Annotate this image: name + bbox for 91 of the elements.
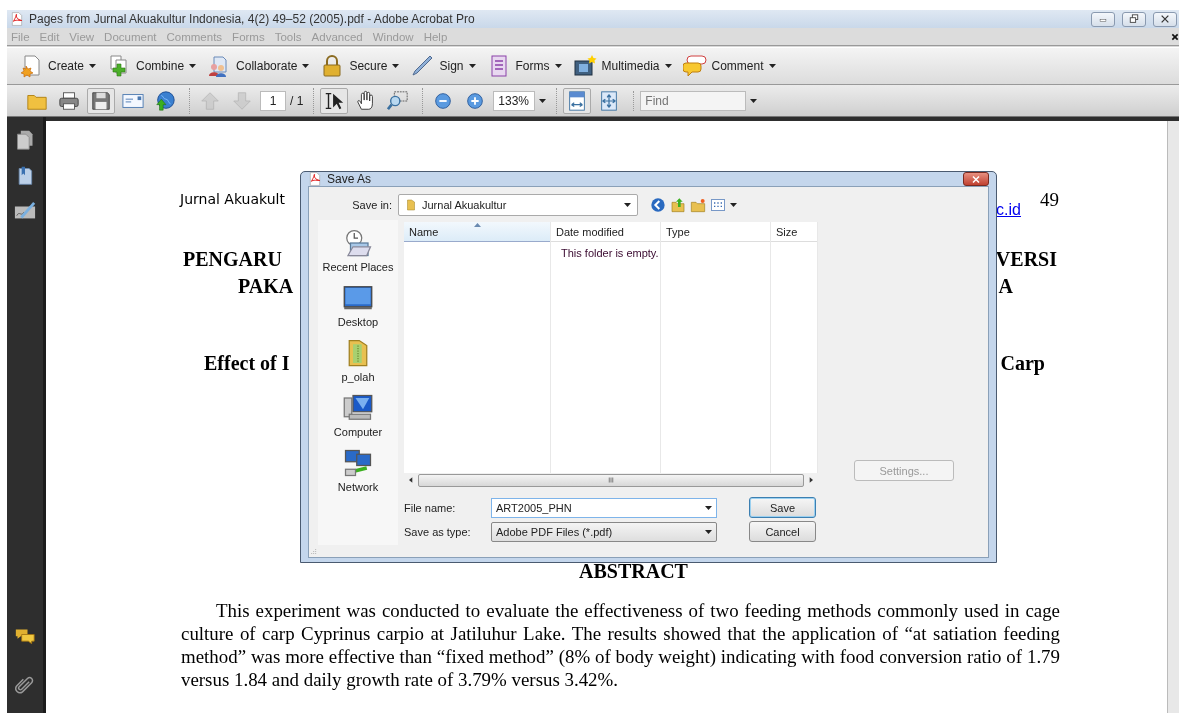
save-in-dropdown[interactable]: Jurnal Akuakultur <box>398 194 638 216</box>
toolbar-button[interactable] <box>320 87 349 114</box>
pdf-icon <box>308 172 322 186</box>
toolbar-menu-button[interactable]: Collaborate <box>207 54 310 78</box>
toolbar-menu-button[interactable]: Secure <box>320 54 400 78</box>
paperclip-icon[interactable] <box>15 675 35 697</box>
place-item[interactable]: Recent Places <box>322 228 394 277</box>
toolbar-menu-button[interactable]: Sign <box>410 54 476 78</box>
sort-arrow-icon <box>474 223 481 227</box>
dialog-button[interactable]: Save <box>749 497 816 518</box>
toolbar-menu-button[interactable]: Forms <box>486 54 562 78</box>
close-icon[interactable] <box>1171 32 1179 41</box>
folder-icon <box>405 198 417 212</box>
close-button[interactable] <box>963 172 989 186</box>
find-field[interactable]: Find <box>640 90 747 111</box>
caret-icon <box>189 64 197 68</box>
title-text: PENGARU <box>183 247 282 272</box>
caret-icon <box>705 529 712 534</box>
new-folder-icon[interactable] <box>690 197 706 213</box>
page-number: 49 <box>1040 189 1059 212</box>
vertical-scrollbar[interactable] <box>1167 121 1179 713</box>
place-item[interactable]: Network <box>337 448 379 497</box>
save-type-label: Save as type: <box>404 525 472 538</box>
abstract-paragraph: This experiment was conducted to evaluate the effectiveness of two feeding methods commonly used in cage culture of carp Cyprinus carpio at Jatiluhur Lake. The results showed that the application of “at satiation feeding method” was more effective than “fixed method” (8% of body weight) indicating with food conversion ratio of 1.79 versus 1.84 and daily growth rate of 3.79% versus 3.42%. <box>181 599 1060 691</box>
dialog-button[interactable]: Cancel <box>749 521 816 542</box>
up-arrow-icon <box>199 89 221 112</box>
restore-button[interactable] <box>1122 11 1146 27</box>
caret-icon <box>705 505 712 510</box>
toolbar-menu-button[interactable]: Combine <box>107 54 197 78</box>
back-icon[interactable] <box>650 197 666 213</box>
scrollbar-thumb[interactable] <box>418 473 804 487</box>
printer-icon <box>58 89 80 112</box>
column-header[interactable]: Name <box>404 222 550 242</box>
place-item[interactable]: Desktop <box>337 283 379 332</box>
window-title: Pages from Jurnal Akuakultur Indonesia, 4(2) 49–52 (2005).pdf - Adobe Acrobat Pro <box>29 12 476 26</box>
pen-icon <box>410 54 435 78</box>
caret-icon <box>768 64 776 68</box>
resize-grip-icon <box>309 547 317 555</box>
close-icon <box>1159 14 1171 24</box>
file-name-label: File name: <box>404 501 457 514</box>
restore-icon <box>1128 14 1140 24</box>
caret-icon <box>468 64 476 68</box>
network-icon <box>343 448 373 478</box>
pages-icon[interactable] <box>15 129 35 151</box>
document-star-icon <box>19 54 43 78</box>
toolbar-menu-button[interactable]: Comment <box>682 54 776 78</box>
magnifier-icon <box>387 89 410 112</box>
dialog-title: Save As <box>327 172 373 186</box>
scroll-right-icon[interactable] <box>807 476 815 484</box>
speech-bubble-icon <box>682 54 707 78</box>
close-icon <box>971 174 981 184</box>
caret-icon <box>624 203 631 207</box>
caret-icon <box>392 64 400 68</box>
place-item[interactable]: p_olah <box>341 338 375 387</box>
caret-icon <box>664 64 672 68</box>
caret-icon <box>302 64 310 68</box>
caret-icon <box>730 203 737 207</box>
title-text: PAKA <box>238 274 294 299</box>
page-number-field[interactable]: 1 <box>260 90 286 111</box>
abstract-heading: ABSTRACT <box>578 560 689 583</box>
save-type-dropdown[interactable]: Adobe PDF Files (*.pdf) <box>491 521 717 542</box>
toolbar-menu-button[interactable]: Create <box>19 54 97 78</box>
computer-icon <box>343 393 373 423</box>
views-icon[interactable] <box>710 197 726 213</box>
scroll-left-icon[interactable] <box>407 476 415 484</box>
caret-icon <box>89 64 97 68</box>
caret-icon <box>750 98 758 103</box>
minimize-button[interactable] <box>1091 11 1115 27</box>
grip-icon <box>607 477 615 483</box>
empty-folder-message: This folder is empty. <box>561 247 660 259</box>
close-button[interactable] <box>1153 11 1177 27</box>
globe-icon <box>154 89 176 112</box>
place-item[interactable]: Computer <box>333 393 383 442</box>
subtitle-text: Effect of I <box>204 351 290 376</box>
subtitle-text: Carp <box>1000 351 1045 377</box>
save-in-label: Save in: <box>351 199 393 211</box>
journal-header: Jurnal Akuakult <box>180 191 285 207</box>
pdf-icon <box>10 12 24 26</box>
caret-icon <box>539 98 547 103</box>
email-link[interactable]: c.id <box>996 201 1021 219</box>
title-text: VERSI <box>995 247 1057 272</box>
recent-places-icon <box>343 228 373 258</box>
page-count: / 1 <box>290 93 304 108</box>
film-icon <box>572 54 597 78</box>
file-name-field[interactable]: ART2005_PHN <box>491 497 717 518</box>
down-arrow-icon <box>231 89 253 112</box>
caret-icon <box>554 64 562 68</box>
toolbar-menu-button[interactable]: Multimedia <box>572 54 672 78</box>
comments-icon[interactable] <box>14 627 36 647</box>
title-text: A <box>998 274 1013 299</box>
zoom-field[interactable]: 133% <box>493 90 536 111</box>
